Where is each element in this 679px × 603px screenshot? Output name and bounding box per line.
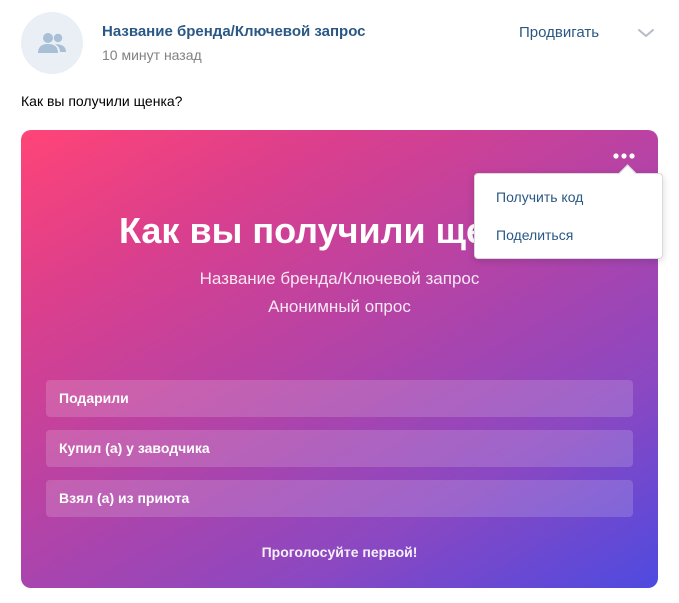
chevron-down-icon <box>638 29 654 37</box>
poll-option[interactable]: Взял (а) из приюта <box>46 480 633 517</box>
promote-button[interactable]: Продвигать <box>519 24 599 41</box>
more-horizontal-icon <box>613 153 635 159</box>
post-text: Как вы получили щенка? <box>21 93 183 109</box>
users-icon <box>38 33 66 53</box>
poll-subtitle: Название бренда/Ключевой запрос <box>199 269 480 288</box>
post-header: Название бренда/Ключевой запрос 10 минут… <box>0 0 679 90</box>
post-options-button[interactable] <box>636 26 656 40</box>
menu-item-label: Поделиться <box>496 227 574 243</box>
poll-option-label: Взял (а) из приюта <box>59 490 190 506</box>
post-timestamp[interactable]: 10 минут назад <box>102 47 202 63</box>
post-author-link[interactable]: Название бренда/Ключевой запрос <box>102 23 366 40</box>
poll-option[interactable]: Купил (а) у заводчика <box>46 430 633 467</box>
poll-option-label: Купил (а) у заводчика <box>59 440 210 456</box>
menu-item-get-code[interactable]: Получить код <box>475 179 662 215</box>
poll-menu-button[interactable] <box>610 148 640 164</box>
poll-context-menu: Получить код Поделиться <box>474 164 663 259</box>
menu-item-label: Получить код <box>496 189 584 205</box>
community-avatar[interactable] <box>21 12 83 74</box>
poll-type-label: Анонимный опрос <box>268 297 411 316</box>
poll-option[interactable]: Подарили <box>46 380 633 417</box>
poll-footer: Проголосуйте первой! <box>261 544 418 560</box>
poll-option-label: Подарили <box>59 390 129 406</box>
menu-item-share[interactable]: Поделиться <box>475 217 662 253</box>
